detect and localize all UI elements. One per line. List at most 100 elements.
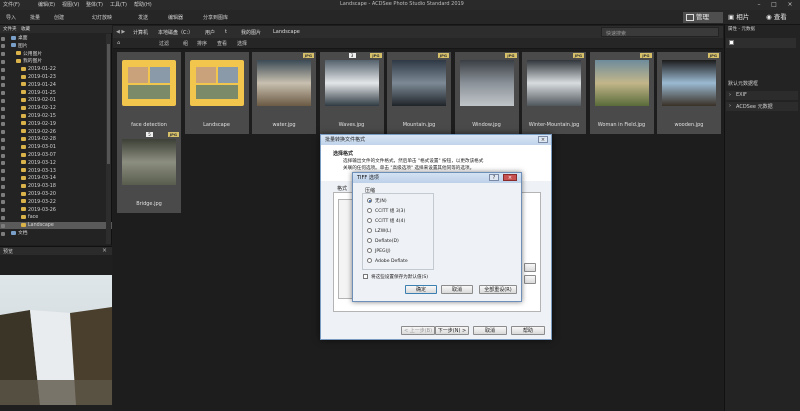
batch-button[interactable]: 批量 (30, 14, 40, 21)
tab-properties-metadata[interactable]: 属性 - 元数据 (728, 26, 755, 32)
compression-radio[interactable]: 无(N) (367, 198, 387, 204)
folder-tree-item[interactable]: 2019-02-12 (0, 105, 112, 112)
breadcrumb-landscape[interactable]: Landscape (273, 29, 300, 35)
folder-tree-item[interactable]: 2019-03-07 (0, 152, 112, 159)
acdsee-metadata-section-header[interactable]: › ACDSee 元数据 (726, 102, 798, 111)
breadcrumb-user[interactable]: t (225, 29, 227, 35)
slideshow-button[interactable]: 幻灯放映 (92, 14, 112, 21)
maximize-icon[interactable]: □ (767, 0, 781, 9)
view-menu[interactable]: 查看 (217, 40, 227, 47)
radio-button[interactable] (367, 198, 372, 203)
radio-button[interactable] (367, 258, 372, 263)
folder-tree-scrollbar[interactable] (106, 34, 111, 244)
menu-view[interactable]: 视图(V) (62, 1, 79, 8)
radio-button[interactable] (367, 248, 372, 253)
folder-tree-item[interactable]: 2019-01-22 (0, 66, 112, 73)
folder-tree-item[interactable]: 公用图片 (0, 51, 112, 58)
folder-tree-item[interactable]: 2019-02-15 (0, 113, 112, 120)
checkbox[interactable] (363, 274, 368, 279)
folder-tree-item[interactable]: 2019-03-01 (0, 144, 112, 151)
scrollbar-thumb[interactable] (107, 44, 110, 164)
sort-menu[interactable]: 排序 (197, 40, 207, 47)
default-metadata-frame[interactable]: 默认元数据框 (728, 80, 758, 87)
compression-radio[interactable]: Adobe Deflate (367, 258, 408, 264)
folder-tree-item[interactable]: 2019-03-22 (0, 199, 112, 206)
folder-tree-item[interactable]: 2019-03-26 (0, 207, 112, 214)
menu-edit[interactable]: 编辑(E) (38, 1, 55, 8)
breadcrumb-users[interactable]: 用户 (205, 29, 215, 36)
folder-tree-item[interactable]: 2019-01-23 (0, 74, 112, 81)
close-icon[interactable]: × (538, 136, 548, 143)
image-tile[interactable]: JPG Mountain.jpg (387, 52, 451, 134)
image-tile[interactable]: JPG Woman in Field.jpg (589, 52, 654, 134)
image-tile[interactable]: JPG water.jpg (252, 52, 316, 134)
home-icon[interactable]: ⌂ (117, 40, 120, 46)
menu-help[interactable]: 帮助(H) (134, 1, 152, 8)
format-settings-button[interactable] (524, 263, 536, 272)
help-icon[interactable]: ? (489, 174, 499, 181)
folder-tile[interactable]: face detection (117, 52, 181, 134)
folder-tree-item[interactable]: 2019-01-25 (0, 90, 112, 97)
close-icon[interactable]: × (102, 247, 107, 254)
create-button[interactable]: 创建 (54, 14, 64, 21)
folder-tree-item[interactable]: 2019-02-19 (0, 121, 112, 128)
radio-button[interactable] (367, 238, 372, 243)
menu-file[interactable]: 文件(F) (3, 1, 20, 8)
exif-section-header[interactable]: › EXIF (726, 91, 798, 100)
cancel-button[interactable]: 取消 (441, 285, 473, 294)
close-icon[interactable]: × (783, 0, 797, 9)
share-button[interactable]: 分享到图库 (203, 14, 228, 21)
folder-tree-item[interactable]: 2019-01-24 (0, 82, 112, 89)
advanced-options-button[interactable] (524, 275, 536, 284)
compression-radio[interactable]: LZW(L) (367, 228, 391, 234)
image-tile[interactable]: JPG wooden.jpg (657, 52, 721, 134)
radio-button[interactable] (367, 208, 372, 213)
compression-radio[interactable]: Deflate(D) (367, 238, 399, 244)
tab-format[interactable]: 格式 (337, 185, 347, 192)
folder-tree-item[interactable]: 2019-03-12 (0, 160, 112, 167)
send-button[interactable]: 发送 (138, 14, 148, 21)
folder-tree-item[interactable]: 2019-03-14 (0, 175, 112, 182)
next-button[interactable]: 下一步(N) > (435, 326, 469, 335)
radio-button[interactable] (367, 218, 372, 223)
compression-radio[interactable]: CCITT 组 4(4) (367, 218, 405, 224)
breadcrumb-computer[interactable]: 计算机 (133, 29, 148, 36)
breadcrumb-drive[interactable]: 本地磁盘（C:） (158, 29, 193, 36)
editor-button[interactable]: 编辑器 (168, 14, 183, 21)
select-checkbox[interactable] (729, 40, 734, 45)
save-default-checkbox[interactable]: 将这些设置保存为默认值(S) (363, 274, 428, 280)
folder-tree-item[interactable]: face (0, 214, 112, 221)
tab-folders[interactable]: 文件夹 (3, 26, 17, 32)
view-mode-button[interactable]: ◉ 查看 (766, 12, 787, 23)
cancel-button[interactable]: 取消 (473, 326, 507, 335)
menu-tools[interactable]: 工具(T) (110, 1, 127, 8)
select-menu[interactable]: 选择 (237, 40, 247, 47)
minimize-icon[interactable]: – (752, 0, 766, 9)
close-icon[interactable]: × (503, 174, 517, 181)
folder-tree-item[interactable]: Landscape (0, 222, 112, 230)
folder-tree-item[interactable]: 2019-02-01 (0, 97, 112, 104)
menu-whole[interactable]: 整体(T) (86, 1, 103, 8)
folder-tile[interactable]: Landscape (184, 52, 249, 134)
import-button[interactable]: 导入 (6, 14, 16, 21)
folder-tree-item[interactable]: 桌面 (0, 35, 112, 42)
folder-tree-item[interactable]: 我的图片 (0, 58, 112, 65)
back-icon[interactable]: ◀ ▶ (116, 29, 125, 35)
tab-favorites[interactable]: 收藏 (21, 26, 30, 32)
image-tile[interactable]: JPG Winter-Mountain.jpg (522, 52, 586, 134)
folder-tree-item[interactable]: 2019-03-18 (0, 183, 112, 190)
back-button[interactable]: < 上一步(B) (401, 326, 435, 335)
reset-all-button[interactable]: 全部重设(R) (479, 285, 517, 294)
breadcrumb-my-pictures[interactable]: 我的图片 (241, 29, 261, 36)
compression-radio[interactable]: JPEG(J) (367, 248, 391, 254)
group-menu[interactable]: 组 (183, 40, 188, 47)
radio-button[interactable] (367, 228, 372, 233)
image-tile[interactable]: JPG Window.jpg (454, 52, 519, 134)
folder-tree-item[interactable]: 文档 (0, 230, 112, 237)
manage-mode-button[interactable]: 管理 (683, 12, 723, 23)
folder-tree-item[interactable]: 2019-02-26 (0, 129, 112, 136)
filter-menu[interactable]: 过滤 (159, 40, 169, 47)
folder-tree-item[interactable]: 2019-03-13 (0, 168, 112, 175)
folder-tree-item[interactable]: 图片 (0, 43, 112, 50)
compression-radio[interactable]: CCITT 组 3(3) (367, 208, 405, 214)
